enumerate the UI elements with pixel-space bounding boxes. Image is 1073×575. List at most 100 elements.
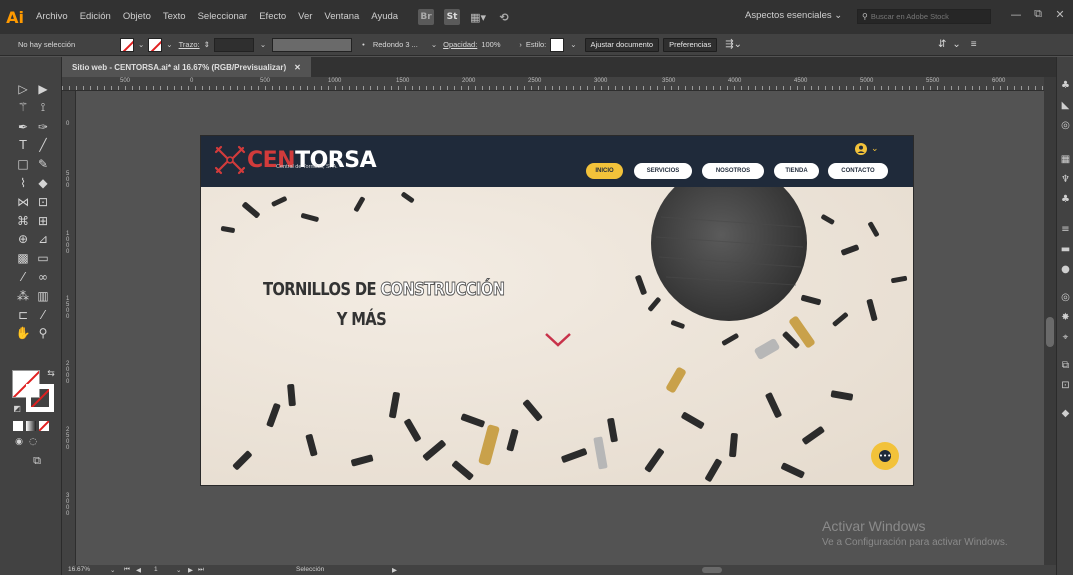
zoom-level-field[interactable]: 16.67% xyxy=(68,566,90,573)
layers-export-icon[interactable]: ⌖ xyxy=(1059,331,1072,344)
chat-button[interactable]: ••• xyxy=(871,442,899,470)
free-transform-tool-icon[interactable]: ⊞ xyxy=(34,213,52,229)
brushes-icon[interactable]: ♆ xyxy=(1059,173,1072,186)
slice-tool-icon[interactable]: ⁄ xyxy=(34,307,52,323)
zoom-tool-icon[interactable]: ⚲ xyxy=(34,325,52,341)
symbol-sprayer-tool-icon[interactable]: ⁂ xyxy=(14,288,32,304)
chevron-down-icon[interactable]: ⌄ xyxy=(166,40,172,49)
brush-definition[interactable]: Redondo 3 ... xyxy=(373,40,431,49)
direct-selection-tool-icon[interactable]: ▶ xyxy=(34,81,52,97)
eyedropper-tool-icon[interactable]: ⁄ xyxy=(14,269,32,285)
site-logo[interactable]: CENTORSA xyxy=(213,144,377,176)
appearance-icon[interactable]: ◎ xyxy=(1059,291,1072,304)
minimize-button[interactable]: — xyxy=(1005,5,1027,23)
stock-search-input[interactable]: ⚲ Buscar en Adobe Stock xyxy=(857,9,991,24)
vertical-ruler[interactable]: 0 5 0 0 1 0 0 0 1 5 0 0 2 0 0 0 2 5 0 0 … xyxy=(62,91,76,565)
chevron-down-icon[interactable]: ⌄ xyxy=(110,566,115,574)
none-fill-button[interactable] xyxy=(39,421,49,431)
close-tab-icon[interactable]: ✕ xyxy=(294,63,301,72)
menu-ventana[interactable]: Ventana xyxy=(318,0,365,34)
graphic-styles-icon[interactable]: ✸ xyxy=(1059,311,1072,324)
draw-behind-icon[interactable]: ◌ xyxy=(24,434,42,450)
stroke-color-swatch[interactable] xyxy=(26,384,54,412)
menu-edicion[interactable]: Edición xyxy=(74,0,117,34)
first-artboard-icon[interactable]: ⏮ xyxy=(124,566,130,574)
paintbrush-tool-icon[interactable]: ✎ xyxy=(34,156,52,172)
artboard-tool-icon[interactable]: ⊏ xyxy=(14,307,32,323)
width-tool-icon[interactable]: ⌘ xyxy=(14,213,32,229)
align-icon[interactable]: ⇶⌄ xyxy=(725,39,742,50)
selection-tool-icon[interactable]: ▷ xyxy=(14,81,32,97)
variable-width-profile[interactable] xyxy=(272,37,353,52)
chevron-down-icon[interactable]: ⌄ xyxy=(260,40,266,49)
rectangle-tool-icon[interactable]: □ xyxy=(14,156,32,172)
column-graph-tool-icon[interactable]: ▥ xyxy=(34,288,52,304)
chevron-down-icon[interactable]: ⌄ xyxy=(952,39,960,50)
menu-efecto[interactable]: Efecto xyxy=(253,0,292,34)
document-tab[interactable]: Sitio web - CENTORSA.ai* al 16.67% (RGB/… xyxy=(62,57,311,77)
style-swatch[interactable] xyxy=(550,37,565,52)
stroke-weight-field[interactable] xyxy=(213,37,254,52)
magic-wand-tool-icon[interactable]: ⚚ xyxy=(14,99,32,115)
opacity-field[interactable]: 100% xyxy=(481,40,513,49)
nav-contacto[interactable]: CONTACTO xyxy=(828,163,888,179)
workspace-select[interactable]: Aspectos esenciales ⌄ xyxy=(745,10,842,21)
swap-colors-icon[interactable]: ⇆ xyxy=(42,366,60,382)
menu-archivo[interactable]: Archivo xyxy=(30,0,74,34)
arrange-documents-icon[interactable]: ▦▾ xyxy=(470,9,486,25)
close-button[interactable]: ✕ xyxy=(1049,5,1071,23)
previous-artboard-icon[interactable]: ◀ xyxy=(136,566,141,574)
chevron-down-icon[interactable]: ⌄ xyxy=(176,566,181,574)
stepper-icon[interactable]: ⇕ xyxy=(204,40,210,49)
menu-ayuda[interactable]: Ayuda xyxy=(365,0,404,34)
next-artboard-icon[interactable]: ▶ xyxy=(188,566,193,574)
blend-tool-icon[interactable]: ∞ xyxy=(34,269,52,285)
gradient-tool-icon[interactable]: ▭ xyxy=(34,250,52,266)
curvature-tool-icon[interactable]: ✑ xyxy=(34,119,52,135)
status-menu-arrow-icon[interactable]: ▶ xyxy=(392,566,397,574)
symbols-icon[interactable]: ♣ xyxy=(1059,193,1072,206)
stock-icon[interactable]: St xyxy=(444,9,461,25)
hand-tool-icon[interactable]: ✋ xyxy=(14,325,32,341)
gradient-icon[interactable]: ◣ xyxy=(1059,99,1072,112)
horizontal-scrollbar[interactable] xyxy=(412,567,1022,573)
artboard-number-field[interactable]: 1 xyxy=(154,566,158,573)
stroke-label[interactable]: Trazo: xyxy=(179,40,200,49)
nav-tienda[interactable]: TIENDA xyxy=(774,163,819,179)
color-guide-icon[interactable]: ♣ xyxy=(1059,79,1072,92)
scale-tool-icon[interactable]: ⊡ xyxy=(34,194,52,210)
adjust-document-button[interactable]: Ajustar documento xyxy=(584,37,660,52)
shaper-tool-icon[interactable]: ⌇ xyxy=(14,175,32,191)
eraser-tool-icon[interactable]: ◆ xyxy=(34,175,52,191)
perspective-grid-tool-icon[interactable]: ⊿ xyxy=(34,231,52,247)
current-tool-status[interactable]: Selección xyxy=(296,566,324,573)
menu-seleccionar[interactable]: Seleccionar xyxy=(192,0,254,34)
shape-builder-tool-icon[interactable]: ⊕ xyxy=(14,231,32,247)
artboards-icon[interactable]: ⧉ xyxy=(1059,359,1072,372)
gradient-panel-icon[interactable]: ▬ xyxy=(1059,243,1072,256)
transparency-icon[interactable]: ◎ xyxy=(1059,119,1072,132)
color-fill-button[interactable] xyxy=(13,421,23,431)
lasso-tool-icon[interactable]: ⟟ xyxy=(34,99,52,115)
swatches-icon[interactable]: ▦ xyxy=(1059,153,1072,166)
chevron-down-icon[interactable]: ⌄ xyxy=(570,40,576,49)
opacity-label[interactable]: Opacidad: xyxy=(443,40,477,49)
maximize-button[interactable]: ⧉ xyxy=(1027,5,1049,23)
asset-export-icon[interactable]: ⊡ xyxy=(1059,379,1072,392)
nav-inicio[interactable]: INICIO xyxy=(586,163,623,179)
gradient-fill-button[interactable] xyxy=(26,421,36,431)
menu-objeto[interactable]: Objeto xyxy=(117,0,157,34)
menu-texto[interactable]: Texto xyxy=(157,0,192,34)
scrollbar-thumb[interactable] xyxy=(1046,317,1054,347)
list-menu-icon[interactable]: ≡ xyxy=(971,39,977,50)
stroke-swatch[interactable] xyxy=(148,37,163,52)
nav-nosotros[interactable]: NOSOTROS xyxy=(702,163,764,179)
chevron-down-icon[interactable]: ⌄ xyxy=(431,40,437,49)
scrollbar-thumb[interactable] xyxy=(702,567,722,573)
vertical-scrollbar[interactable] xyxy=(1044,77,1056,565)
chevron-down-icon[interactable]: ⌄ xyxy=(138,40,144,49)
menu-ver[interactable]: Ver xyxy=(292,0,318,34)
horizontal-ruler[interactable]: 500 0 500 1000 1500 2000 2500 3000 3500 … xyxy=(62,77,1044,91)
gpu-performance-icon[interactable]: ⟲ xyxy=(496,9,512,25)
transparency-panel-icon[interactable]: ● xyxy=(1059,263,1072,276)
